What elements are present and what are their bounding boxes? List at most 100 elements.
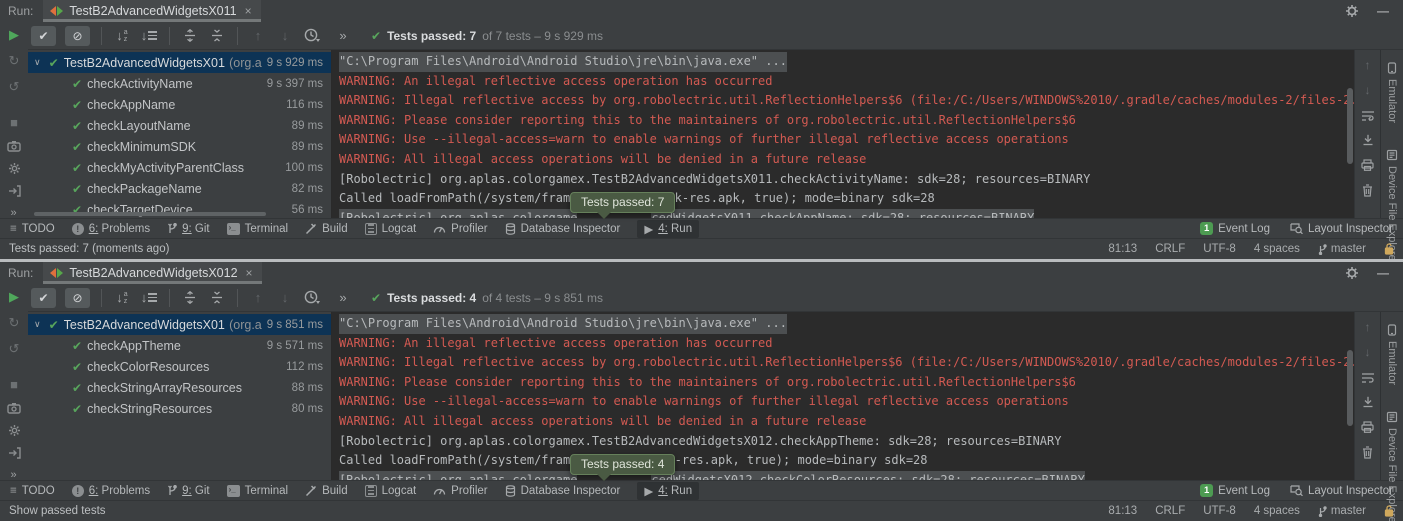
encoding-indicator[interactable]: UTF-8 <box>1203 505 1236 517</box>
terminal-tool-button[interactable]: ›_Terminal <box>227 223 288 235</box>
console-vertical-scrollbar[interactable] <box>1347 88 1353 164</box>
git-tool-button[interactable]: 9: Git <box>167 485 209 497</box>
run-tool-button[interactable]: ▶4: Run <box>637 220 699 238</box>
test-row[interactable]: ✔checkStringArrayResources88 ms <box>28 377 331 398</box>
test-suite-row[interactable]: ∨ ✔ TestB2AdvancedWidgetsX012 (org.a 9 s… <box>28 314 331 335</box>
chevron-down-icon[interactable]: ∨ <box>34 57 44 68</box>
line-ending-indicator[interactable]: CRLF <box>1155 243 1185 255</box>
toolbar-more-icon[interactable]: » <box>334 27 352 45</box>
test-row[interactable]: ✔checkActivityName9 s 397 ms <box>28 73 331 94</box>
git-tool-button[interactable]: 9: Git <box>167 223 209 235</box>
thread-dump-icon[interactable] <box>6 402 22 414</box>
test-history-icon[interactable] <box>303 289 321 307</box>
indent-indicator[interactable]: 4 spaces <box>1254 243 1300 255</box>
problems-tool-button[interactable]: !6: Problems <box>72 485 150 497</box>
emulator-tool-button[interactable]: Emulator <box>1386 324 1398 385</box>
clear-all-icon[interactable] <box>1360 183 1376 197</box>
test-row[interactable]: ✔checkPackageName82 ms <box>28 178 331 199</box>
coverage-settings-icon[interactable] <box>6 162 22 175</box>
import-test-results-icon[interactable] <box>6 447 22 459</box>
more-actions-icon[interactable]: » <box>10 207 17 219</box>
show-ignored-toggle[interactable]: ⊘ <box>65 26 90 46</box>
test-row[interactable]: ✔checkMyActivityParentClass100 ms <box>28 157 331 178</box>
gear-icon[interactable] <box>1345 4 1359 18</box>
show-passed-toggle[interactable]: ✔ <box>31 288 56 308</box>
expand-all-icon[interactable] <box>181 289 199 307</box>
hide-icon[interactable]: — <box>1377 266 1389 280</box>
todo-tool-button[interactable]: ≡TODO <box>10 223 55 235</box>
unlock-icon[interactable] <box>1384 505 1394 517</box>
logcat-tool-button[interactable]: Logcat <box>365 223 417 235</box>
rerun-play-icon[interactable]: ▶ <box>6 27 22 43</box>
show-passed-toggle[interactable]: ✔ <box>31 26 56 46</box>
test-row[interactable]: ✔checkTargetDevice56 ms <box>28 199 331 220</box>
build-tool-button[interactable]: Build <box>305 223 348 235</box>
soft-wrap-icon[interactable] <box>1360 370 1376 384</box>
line-ending-indicator[interactable]: CRLF <box>1155 505 1185 517</box>
caret-position[interactable]: 81:13 <box>1108 505 1137 517</box>
git-branch-widget[interactable]: master <box>1318 505 1366 517</box>
thread-dump-icon[interactable] <box>6 140 22 152</box>
next-failed-test-icon[interactable]: ↓ <box>276 289 294 307</box>
test-row[interactable]: ✔checkColorResources112 ms <box>28 356 331 377</box>
print-icon[interactable] <box>1360 158 1376 172</box>
layout-inspector-button[interactable]: Layout Inspector <box>1290 485 1393 497</box>
encoding-indicator[interactable]: UTF-8 <box>1203 243 1236 255</box>
test-suite-row[interactable]: ∨ ✔ TestB2AdvancedWidgetsX011 (org.a 9 s… <box>28 52 331 73</box>
sort-by-duration-icon[interactable]: ↓ <box>140 27 158 45</box>
expand-all-icon[interactable] <box>181 27 199 45</box>
collapse-all-icon[interactable] <box>208 27 226 45</box>
layout-inspector-button[interactable]: Layout Inspector <box>1290 223 1393 235</box>
test-history-icon[interactable] <box>303 27 321 45</box>
rerun-failed-icon[interactable]: ↺ <box>6 341 22 357</box>
scroll-to-end-icon[interactable] <box>1360 395 1376 409</box>
hide-icon[interactable]: — <box>1377 4 1389 18</box>
test-row[interactable]: ✔checkMinimumSDK89 ms <box>28 136 331 157</box>
previous-failed-test-icon[interactable]: ↑ <box>249 289 267 307</box>
profiler-tool-button[interactable]: Profiler <box>433 223 487 235</box>
tree-horizontal-scrollbar[interactable] <box>34 212 266 216</box>
next-failed-test-icon[interactable]: ↓ <box>276 27 294 45</box>
stop-icon[interactable]: ■ <box>6 115 22 130</box>
database-inspector-tool-button[interactable]: Database Inspector <box>505 223 621 235</box>
git-branch-widget[interactable]: master <box>1318 243 1366 255</box>
clear-all-icon[interactable] <box>1360 445 1376 459</box>
console-vertical-scrollbar[interactable] <box>1347 350 1353 426</box>
test-row[interactable]: ✔checkStringResources80 ms <box>28 398 331 419</box>
gear-icon[interactable] <box>1345 266 1359 280</box>
import-test-results-icon[interactable] <box>6 185 22 197</box>
up-stack-trace-icon[interactable]: ↑ <box>1360 320 1376 334</box>
down-stack-trace-icon[interactable]: ↓ <box>1360 345 1376 359</box>
emulator-tool-button[interactable]: Emulator <box>1386 62 1398 123</box>
stop-icon[interactable]: ■ <box>6 377 22 392</box>
build-tool-button[interactable]: Build <box>305 485 348 497</box>
test-row[interactable]: ✔checkLayoutName89 ms <box>28 115 331 136</box>
collapse-all-icon[interactable] <box>208 289 226 307</box>
coverage-settings-icon[interactable] <box>6 424 22 437</box>
close-icon[interactable]: × <box>245 4 252 18</box>
rerun-icon[interactable]: ↻ <box>6 53 22 69</box>
test-console[interactable]: "C:\Program Files\Android\Android Studio… <box>332 312 1354 480</box>
caret-position[interactable]: 81:13 <box>1108 243 1137 255</box>
scroll-to-end-icon[interactable] <box>1360 133 1376 147</box>
event-log-button[interactable]: 1Event Log <box>1200 484 1270 497</box>
event-log-button[interactable]: 1Event Log <box>1200 222 1270 235</box>
test-row[interactable]: ✔checkAppTheme9 s 571 ms <box>28 335 331 356</box>
database-inspector-tool-button[interactable]: Database Inspector <box>505 485 621 497</box>
toolbar-more-icon[interactable]: » <box>334 289 352 307</box>
problems-tool-button[interactable]: !6: Problems <box>72 223 150 235</box>
sort-alphabetically-icon[interactable]: ↓az <box>113 289 131 307</box>
rerun-icon[interactable]: ↻ <box>6 315 22 331</box>
unlock-icon[interactable] <box>1384 243 1394 255</box>
indent-indicator[interactable]: 4 spaces <box>1254 505 1300 517</box>
show-ignored-toggle[interactable]: ⊘ <box>65 288 90 308</box>
run-tab[interactable]: TestB2AdvancedWidgetsX011 × <box>43 0 260 22</box>
rerun-failed-icon[interactable]: ↺ <box>6 79 22 95</box>
terminal-tool-button[interactable]: ›_Terminal <box>227 485 288 497</box>
previous-failed-test-icon[interactable]: ↑ <box>249 27 267 45</box>
logcat-tool-button[interactable]: Logcat <box>365 485 417 497</box>
profiler-tool-button[interactable]: Profiler <box>433 485 487 497</box>
rerun-play-icon[interactable]: ▶ <box>6 289 22 305</box>
print-icon[interactable] <box>1360 420 1376 434</box>
close-icon[interactable]: × <box>246 266 253 280</box>
